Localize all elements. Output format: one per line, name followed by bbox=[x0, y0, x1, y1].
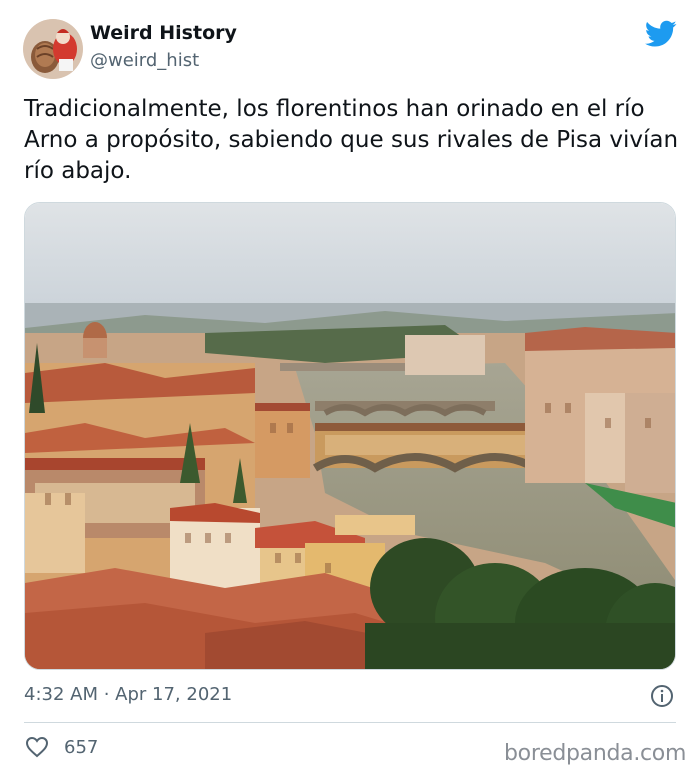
like-count: 657 bbox=[64, 737, 99, 758]
avatar[interactable] bbox=[23, 19, 83, 79]
user-handle[interactable]: @weird_hist bbox=[90, 50, 199, 71]
info-icon[interactable] bbox=[650, 684, 674, 708]
tweet-text: Tradicionalmente, los florentinos han or… bbox=[24, 96, 679, 184]
heart-icon[interactable] bbox=[25, 736, 49, 758]
tweet-card: Weird History @weird_hist Tradicionalmen… bbox=[0, 0, 700, 775]
tweet-timestamp[interactable]: 4:32 AM · Apr 17, 2021 bbox=[24, 684, 232, 705]
tweet-photo[interactable] bbox=[24, 202, 676, 670]
divider bbox=[24, 722, 676, 723]
twitter-bird-icon[interactable] bbox=[645, 20, 677, 48]
display-name[interactable]: Weird History bbox=[90, 22, 237, 44]
watermark: boredpanda.com bbox=[504, 741, 687, 766]
